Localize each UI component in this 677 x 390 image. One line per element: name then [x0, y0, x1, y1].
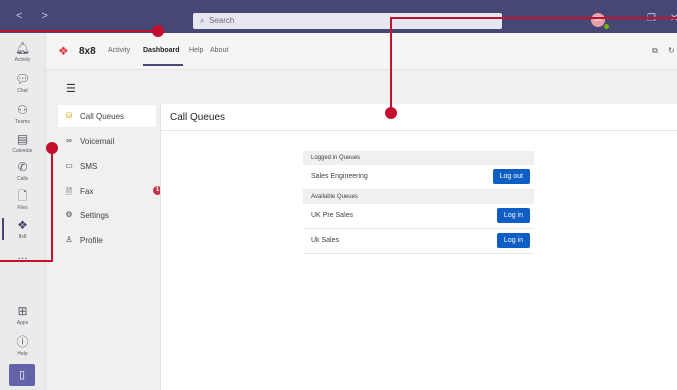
sidebar-item-sms[interactable]: ▭ SMS: [58, 155, 156, 177]
main-header: Call Queues: [161, 104, 677, 131]
annotation-line: [390, 17, 392, 112]
log-out-button[interactable]: Log out: [492, 169, 530, 184]
rail-item-teams[interactable]: ⚇ Teams: [0, 103, 45, 126]
log-in-button[interactable]: Log in: [496, 208, 530, 223]
queue-list: Logged in Queues Sales Engineering Log o…: [303, 151, 534, 254]
apps-icon: ⊞: [17, 304, 28, 318]
8x8-logo-icon: ❖: [58, 44, 69, 58]
annotation-line: [0, 30, 158, 32]
rail-item-activity[interactable]: 🔔︎ Activity: [0, 41, 45, 64]
rail-item-8x8[interactable]: ❖ 8x8: [0, 218, 45, 241]
tab-about[interactable]: About: [210, 47, 228, 54]
annotation-dot: [46, 142, 58, 154]
queue-name: Uk Sales: [311, 237, 340, 244]
sms-icon: ▭: [65, 161, 73, 170]
queue-row: Uk Sales Log in: [303, 229, 534, 254]
bell-icon: 🔔︎: [14, 41, 31, 55]
sidebar-item-call-queues[interactable]: ⛁ Call Queues: [58, 105, 156, 127]
annotation-line: [390, 17, 677, 19]
search-input[interactable]: ⌕ Search: [193, 13, 502, 29]
annotation-line: [51, 148, 53, 262]
teams-icon: ⚇: [17, 103, 28, 117]
main-panel: Call Queues Logged in Queues Sales Engin…: [160, 104, 677, 390]
search-icon: ⌕: [200, 16, 205, 25]
popout-icon[interactable]: ⧉: [652, 46, 658, 56]
sidebar-item-settings[interactable]: ⚙ Settings: [58, 204, 156, 226]
active-tab-indicator: [143, 64, 183, 66]
logged-in-section-header: Logged in Queues: [303, 151, 534, 165]
sidebar: ⛁ Call Queues ∞ Voicemail ▭ SMS 🖹 Fax 1 …: [46, 104, 162, 390]
8x8-logo-icon: ❖: [17, 218, 28, 232]
app-name: 8x8: [79, 46, 96, 57]
rail-item-chat[interactable]: 💬︎ Chat: [0, 72, 45, 95]
queue-name: Sales Engineering: [311, 173, 368, 180]
device-icon[interactable]: ▯: [9, 364, 35, 386]
rail-item-calls[interactable]: ✆ Calls: [0, 160, 45, 183]
annotation-dot: [152, 25, 164, 37]
queue-row: UK Pre Sales Log in: [303, 204, 534, 229]
app-header: ❖ 8x8 Activity Dashboard Help About ⧉ ↻: [46, 33, 677, 70]
person-icon: ♙: [65, 235, 73, 244]
calendar-icon: ▤: [16, 132, 29, 146]
rail-active-indicator: [2, 218, 4, 240]
refresh-icon[interactable]: ↻: [668, 46, 675, 55]
chat-icon: 💬︎: [14, 72, 31, 86]
queue-row: Sales Engineering Log out: [303, 165, 534, 190]
available-section-header: Available Queues: [303, 190, 534, 204]
rail-item-apps[interactable]: ⊞ Apps: [0, 304, 45, 327]
log-in-button[interactable]: Log in: [496, 233, 530, 248]
fax-icon: 🖹: [65, 187, 73, 196]
queue-name: UK Pre Sales: [311, 212, 354, 219]
file-icon: 🗋: [17, 189, 28, 203]
sidebar-item-fax[interactable]: 🖹 Fax 1: [58, 180, 162, 202]
history-nav-buttons[interactable]: < >: [16, 10, 56, 22]
hamburger-menu-icon[interactable]: ☰: [66, 82, 76, 95]
tab-activity[interactable]: Activity: [108, 47, 130, 54]
annotation-dot: [385, 107, 397, 119]
rail-item-files[interactable]: 🗋 Files: [0, 189, 45, 212]
tab-dashboard[interactable]: Dashboard: [143, 47, 180, 54]
sidebar-item-profile[interactable]: ♙ Profile: [58, 229, 156, 251]
app-rail: 🔔︎ Activity 💬︎ Chat ⚇ Teams ▤ Calendar ✆…: [0, 33, 46, 390]
presence-status-icon: [603, 23, 610, 30]
help-icon: ⓘ: [16, 335, 29, 349]
rail-item-calendar[interactable]: ▤ Calendar: [0, 132, 45, 155]
search-placeholder: Search: [209, 16, 235, 25]
phone-icon: ✆: [17, 160, 28, 174]
gear-icon: ⚙: [65, 210, 73, 219]
annotation-line: [0, 260, 52, 262]
tab-help[interactable]: Help: [189, 47, 203, 54]
queue-icon: ⛁: [65, 111, 73, 120]
sidebar-item-voicemail[interactable]: ∞ Voicemail: [58, 130, 156, 152]
rail-item-help[interactable]: ⓘ Help: [0, 335, 45, 358]
page-title: Call Queues: [170, 112, 226, 123]
voicemail-icon: ∞: [66, 136, 72, 145]
